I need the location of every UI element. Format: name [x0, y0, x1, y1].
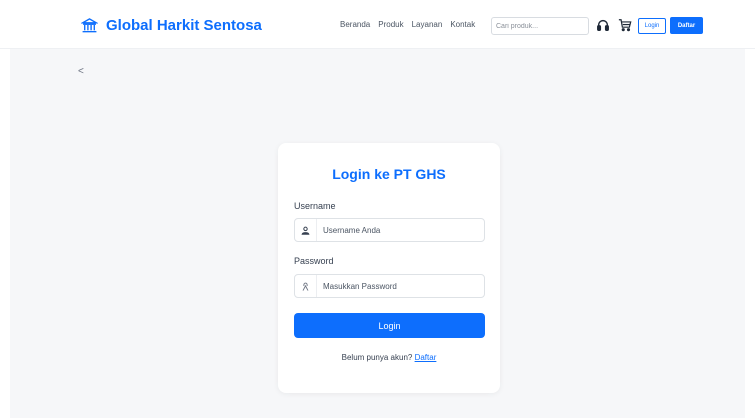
nav-link-beranda[interactable]: Beranda — [340, 20, 370, 29]
nav-link-layanan[interactable]: Layanan — [412, 20, 443, 29]
username-input[interactable] — [317, 220, 477, 240]
password-label: Password — [294, 256, 334, 266]
navbar: Global Harkit Sentosa Beranda Produk Lay… — [0, 0, 755, 49]
nav-login-button[interactable]: Login — [638, 18, 666, 34]
brand-name: Global Harkit Sentosa — [106, 17, 262, 34]
username-input-group — [294, 218, 485, 242]
login-title: Login ke PT GHS — [332, 166, 446, 182]
login-card: Login ke PT GHS Username Password Login … — [278, 143, 500, 393]
nav-register-button[interactable]: Daftar — [670, 17, 703, 34]
cart-icon[interactable] — [618, 18, 632, 32]
username-label: Username — [294, 201, 336, 211]
login-submit-button[interactable]: Login — [294, 313, 485, 338]
nav-link-kontak[interactable]: Kontak — [450, 20, 475, 29]
back-button[interactable]: < — [78, 66, 84, 77]
nav-links: Beranda Produk Layanan Kontak — [340, 20, 475, 29]
user-icon — [295, 219, 317, 241]
bank-icon — [81, 17, 98, 34]
register-prompt-text: Belum punya akun? — [341, 353, 413, 362]
password-input-group — [294, 274, 485, 298]
lock-icon — [295, 275, 317, 297]
register-link[interactable]: Daftar — [415, 353, 437, 362]
nav-link-produk[interactable]: Produk — [378, 20, 403, 29]
brand-logo[interactable]: Global Harkit Sentosa — [81, 17, 262, 34]
password-input[interactable] — [317, 276, 477, 296]
search-input[interactable] — [491, 17, 589, 35]
headset-icon[interactable] — [596, 18, 610, 32]
register-prompt: Belum punya akun? Daftar — [278, 353, 500, 362]
